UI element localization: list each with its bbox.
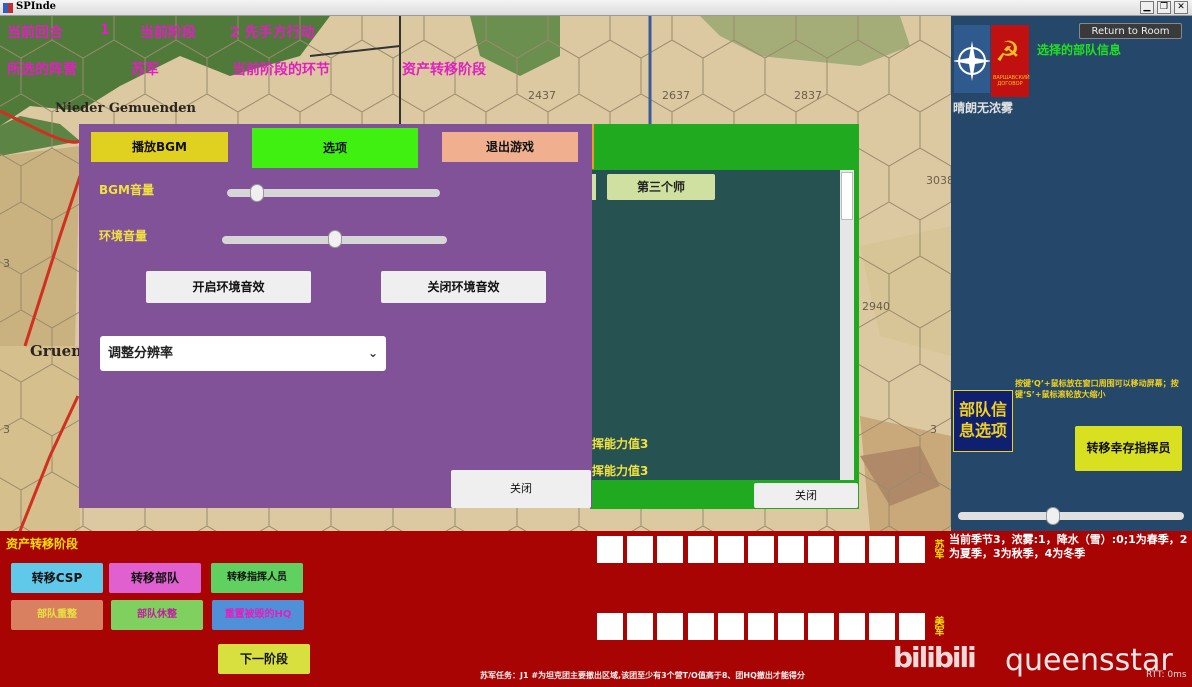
transfer-csp-button[interactable]: 转移CSP — [11, 563, 103, 593]
transfer-surviving-commander-button[interactable]: 转移幸存指挥员 — [1075, 426, 1182, 471]
us-label: 美军 — [932, 616, 943, 636]
unit-info-options-button[interactable]: 部队信息选项 — [953, 390, 1013, 452]
hex-number: 3 — [3, 257, 10, 270]
mission-text: 苏军任务：J1 #为坦克团主要撤出区域,该团至少有3个营T/O值高于8、团HQ撤… — [480, 671, 805, 680]
hex-number: 2437 — [528, 89, 556, 102]
score-cell — [748, 613, 774, 640]
hex-number: 2837 — [794, 89, 822, 102]
tab-play-bgm[interactable]: 播放BGM — [91, 132, 228, 162]
weather-label: 晴朗无浓雾 — [953, 101, 1014, 115]
score-cell — [597, 613, 623, 640]
return-to-room-button[interactable]: Return to Room — [1079, 23, 1182, 39]
score-cell — [657, 613, 684, 640]
env-volume-thumb[interactable] — [327, 230, 342, 248]
star-icon: ☭ — [995, 35, 1021, 68]
chevron-down-icon: ⌄ — [367, 346, 378, 360]
hud-camp-value: 苏军 — [131, 62, 159, 78]
division-button-third[interactable]: 第三个师 — [607, 174, 715, 200]
hud-camp-label: 所选的阵营 — [7, 62, 77, 78]
hud-phase-label: 当前阶段 — [140, 25, 196, 41]
hud-phase-value: 2 先手方行动 — [230, 25, 315, 41]
bgm-volume-thumb[interactable] — [249, 184, 264, 202]
division-list[interactable]: 第三个师 挥能力值3 挥能力值3 — [590, 170, 840, 480]
unit-rest-button[interactable]: 部队休整 — [111, 600, 203, 630]
rtt-readout: RTT: 0ms — [1146, 670, 1187, 680]
app-icon — [3, 3, 13, 13]
next-phase-button[interactable]: 下一阶段 — [218, 644, 310, 674]
selected-unit-info-label: 选择的部队信息 — [1037, 43, 1122, 57]
env-volume-label: 环境音量 — [99, 229, 148, 243]
rebuild-hq-button[interactable]: 重置被毁的HQ — [212, 600, 304, 630]
unit-reorganize-button[interactable]: 部队重整 — [11, 600, 103, 630]
score-cell — [778, 536, 805, 563]
hex-number: 2940 — [862, 300, 890, 313]
controls-hint: 按键‘Q’+鼠标放在窗口周围可以移动屏幕；按键‘S’+鼠标滚轮放大缩小 — [1015, 379, 1179, 399]
score-cell — [899, 536, 925, 563]
resolution-select[interactable]: 调整分辨率 ⌄ — [100, 336, 386, 371]
hud-turn-label: 当前回合 — [7, 25, 63, 41]
town-label-niedergemuenden: Nieder Gemuenden — [55, 101, 196, 116]
score-cell — [627, 613, 654, 640]
bilibili-logo: bilibili — [893, 641, 977, 674]
minimize-button[interactable]: ▁ — [1140, 1, 1154, 14]
sidebar-slider[interactable] — [958, 512, 1184, 520]
ussr-emblem[interactable]: ☭ ВАРШАВСКИЙ ДОГОВОР — [991, 25, 1030, 97]
sidebar-slider-thumb[interactable] — [1045, 507, 1060, 525]
score-cell — [657, 536, 684, 563]
nato-emblem[interactable] — [952, 25, 992, 93]
phase-title: 资产转移阶段 — [6, 537, 79, 551]
options-panel: 播放BGM 选项 退出游戏 BGM音量 环境音量 开启环境音效 关闭环境音效 调… — [79, 124, 592, 508]
score-cell — [808, 613, 835, 640]
options-close-button[interactable]: 关闭 — [451, 470, 591, 508]
score-cell — [717, 613, 744, 640]
bottom-panel: 资产转移阶段 转移CSP 转移部队 转移指挥人员 部队重整 部队休整 重置被毁的… — [0, 531, 1192, 687]
tab-exit-game[interactable]: 退出游戏 — [442, 132, 578, 162]
tab-options[interactable]: 选项 — [252, 128, 418, 168]
hud-turn-value: 1 — [100, 22, 110, 38]
transfer-unit-button[interactable]: 转移部队 — [109, 563, 201, 593]
close-window-button[interactable]: ✕ — [1174, 1, 1188, 14]
score-cell — [687, 613, 714, 640]
season-info: 当前季节3，浓雾:1，降水（雪）:0;1为春季，2为夏季，3为秋季，4为冬季 — [949, 533, 1188, 560]
hex-number: 3 — [930, 423, 937, 436]
score-cell — [717, 536, 744, 563]
score-cell — [899, 613, 925, 640]
score-cell — [627, 536, 654, 563]
command-ability-text: 挥能力值3 — [592, 437, 649, 451]
score-cell — [868, 536, 895, 563]
hud-segment-value: 资产转移阶段 — [402, 62, 486, 78]
resolution-select-value: 调整分辨率 — [108, 346, 174, 361]
score-cell — [808, 536, 835, 563]
warsaw-pact-caption: ВАРШАВСКИЙ ДОГОВОР — [993, 75, 1030, 87]
hex-number: 3 — [3, 423, 10, 436]
town-label-gruen: Gruen — [30, 342, 83, 360]
score-cell — [838, 613, 865, 640]
env-sound-on-button[interactable]: 开启环境音效 — [146, 271, 311, 303]
unit-info-options-label: 部队信息选项 — [959, 400, 1008, 440]
hex-number: 2637 — [662, 89, 690, 102]
score-cell — [838, 536, 865, 563]
restore-button[interactable]: ❐ — [1157, 1, 1171, 14]
division-panel-close-button[interactable]: 关闭 — [754, 483, 858, 508]
env-sound-off-button[interactable]: 关闭环境音效 — [381, 271, 546, 303]
right-sidebar: Return to Room ☭ ВАРШАВСКИЙ ДОГОВОР 选择的部… — [951, 16, 1192, 531]
hex-number: 3038 — [926, 174, 951, 187]
soviet-label: 苏军 — [932, 539, 943, 559]
score-cell — [868, 613, 895, 640]
score-cell — [748, 536, 774, 563]
division-list-scrollbar[interactable] — [840, 170, 854, 480]
window-title: SPInde — [16, 1, 57, 12]
command-ability-text: 挥能力值3 — [592, 464, 649, 478]
bgm-volume-label: BGM音量 — [99, 183, 154, 197]
window-titlebar: SPInde ▁ ❐ ✕ — [0, 0, 1192, 16]
hud-segment-label: 当前阶段的环节 — [232, 62, 330, 78]
score-cell — [778, 613, 805, 640]
score-cell — [597, 536, 623, 563]
transfer-commander-button[interactable]: 转移指挥人员 — [211, 563, 303, 593]
score-cell — [687, 536, 714, 563]
